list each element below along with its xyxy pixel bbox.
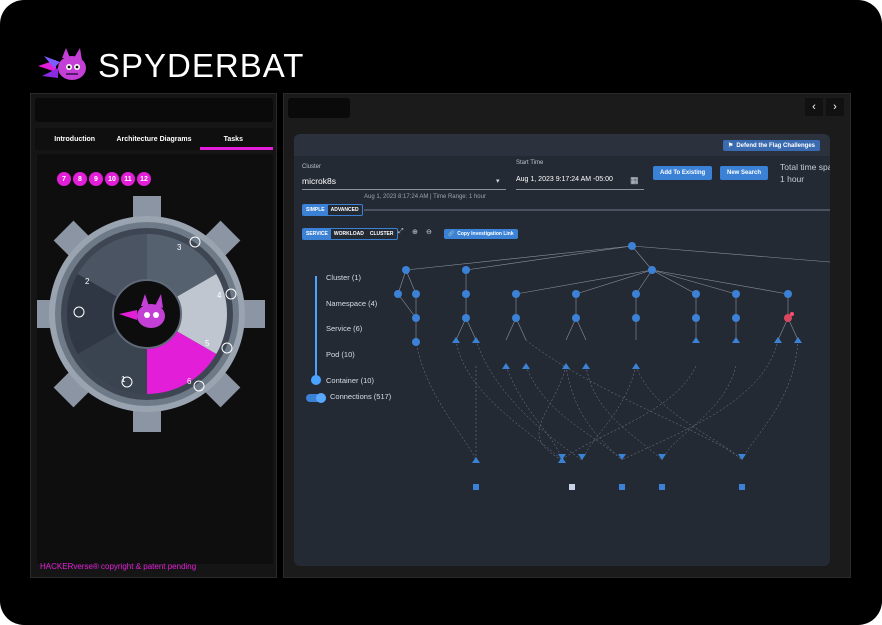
calendar-icon[interactable]: ▦ (630, 175, 639, 186)
fit-screen-icon[interactable]: ⤢ (398, 228, 404, 236)
gear-num-3: 3 (177, 243, 182, 252)
left-tabs: Introduction Architecture Diagrams Tasks (35, 128, 274, 150)
level-slider-knob[interactable] (311, 375, 321, 385)
tab-introduction[interactable]: Introduction (35, 128, 114, 150)
copy-link-label: Copy Investigation Link (457, 231, 514, 237)
time-range-info: Aug 1, 2023 8:17:24 AM | Time Range: 1 h… (364, 194, 486, 200)
gear-num-2: 2 (85, 277, 90, 286)
connections-toggle-knob[interactable] (316, 393, 326, 403)
spyderbat-logo-icon (38, 48, 86, 80)
tab-tasks[interactable]: Tasks (194, 128, 274, 150)
brand-header: SPYDERBAT (36, 46, 304, 86)
time-slider[interactable] (364, 209, 830, 211)
left-panel: Introduction Architecture Diagrams Tasks… (30, 93, 277, 578)
copyright-text: HACKERverse® copyright & patent pending (40, 562, 197, 571)
new-search-button[interactable]: New Search (720, 166, 769, 180)
left-top-bar (35, 98, 273, 122)
start-time-underline (516, 189, 644, 190)
chevron-down-icon[interactable]: ▾ (496, 177, 500, 185)
investigation-view: ⚑ Defend the Flag Challenges Cluster mic… (294, 134, 830, 566)
tasks-content: 7 8 9 10 11 12 3 4 5 6 1 2 (37, 154, 273, 564)
right-tab[interactable] (288, 98, 350, 118)
workload-view-button[interactable]: WORKLOAD (331, 229, 367, 239)
brand-name: SPYDERBAT (98, 47, 305, 84)
task-badge[interactable]: 12 (137, 172, 151, 186)
inner-header: ⚑ Defend the Flag Challenges (294, 134, 830, 156)
gear-num-6: 6 (187, 377, 192, 386)
task-badge[interactable]: 7 (57, 172, 71, 186)
level-slider-track[interactable] (315, 276, 317, 380)
add-to-existing-button[interactable]: Add To Existing (653, 166, 713, 180)
start-time-field[interactable]: Aug 1, 2023 9:17:24 AM -05:00 (516, 176, 613, 183)
task-badge[interactable]: 11 (121, 172, 135, 186)
defend-flag-label: Defend the Flag Challenges (736, 142, 815, 149)
next-button[interactable]: › (826, 98, 844, 116)
gear-num-4: 4 (217, 291, 222, 300)
task-badge[interactable]: 8 (73, 172, 87, 186)
level-service: Service (6) (326, 324, 363, 333)
nav-arrows: ‹ › (805, 98, 844, 116)
level-pod: Pod (10) (326, 350, 355, 359)
total-time-value: 1 hour (780, 174, 805, 184)
simple-mode-button[interactable]: SIMPLE (303, 205, 328, 215)
task-badges: 7 8 9 10 11 12 (57, 172, 151, 186)
cluster-select[interactable]: microk8s (302, 176, 336, 186)
level-namespace: Namespace (4) (326, 299, 378, 308)
cluster-label: Cluster (302, 164, 322, 170)
tab-architecture-diagrams[interactable]: Architecture Diagrams (114, 128, 193, 150)
prev-button[interactable]: ‹ (805, 98, 823, 116)
task-badge[interactable]: 9 (89, 172, 103, 186)
total-time-label: Total time spa (780, 162, 830, 172)
link-icon: 🔗 (448, 231, 455, 237)
task-badge[interactable]: 10 (105, 172, 119, 186)
advanced-mode-button[interactable]: ADVANCED (328, 205, 362, 215)
gear-num-5: 5 (205, 339, 210, 348)
cluster-view-button[interactable]: CLUSTER (367, 229, 397, 239)
cluster-underline (302, 189, 506, 190)
mode-toggle: SIMPLE ADVANCED (302, 204, 363, 216)
level-container: Container (10) (326, 376, 374, 385)
view-toggle: SERVICE WORKLOAD CLUSTER (302, 228, 398, 240)
task-gear-wheel: 3 4 5 6 1 2 (37, 196, 265, 432)
start-time-label: Start Time (516, 160, 544, 166)
connections-label: Connections (517) (330, 392, 392, 401)
level-cluster: Cluster (1) (326, 273, 362, 282)
app-frame: SPYDERBAT Introduction Architecture Diag… (0, 0, 882, 625)
right-panel: ‹ › ⚑ Defend the Flag Challenges Cluster… (283, 93, 851, 578)
zoom-in-icon[interactable]: ⊕ (412, 228, 418, 236)
zoom-out-icon[interactable]: ⊖ (426, 228, 432, 236)
service-view-button[interactable]: SERVICE (303, 229, 331, 239)
flag-icon: ⚑ (727, 143, 734, 149)
defend-flag-button[interactable]: ⚑ Defend the Flag Challenges (722, 140, 820, 151)
copy-link-button[interactable]: 🔗 Copy Investigation Link (444, 229, 518, 239)
